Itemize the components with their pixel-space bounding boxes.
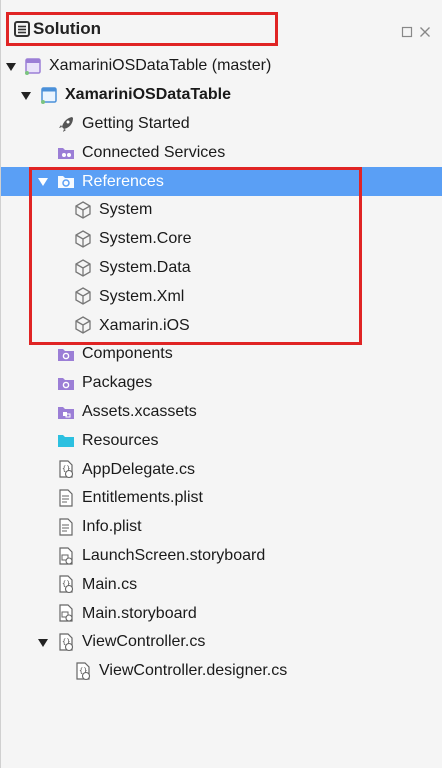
tree-item-label: ViewController.cs (82, 633, 206, 651)
tree-item-label: System.Data (99, 258, 191, 276)
solution-title-highlight: Solution (6, 12, 278, 46)
tree-item-label: Main.storyboard (82, 604, 197, 622)
tree-item-label: Xamarin.iOS (99, 316, 190, 334)
solution-pad: Solution XamariniOSDataTable (master) Xam… (0, 0, 442, 768)
tree-row[interactable]: Connected Services (1, 138, 442, 167)
special-folder-icon (58, 348, 74, 361)
tree-row[interactable]: Xamarin.iOS (1, 311, 442, 340)
tree-item-label: System.Core (99, 230, 192, 248)
tree-item-label: Resources (82, 431, 159, 449)
tree-row[interactable]: {} ViewController.designer.cs (1, 657, 442, 686)
tree-row[interactable]: Resources (1, 426, 442, 455)
tree-item-label: Info.plist (82, 518, 142, 536)
tree-row[interactable]: Components (1, 340, 442, 369)
special-folder-icon (58, 377, 74, 390)
tree-item-label: System.Xml (99, 287, 185, 305)
tree-item-label: Packages (82, 374, 153, 392)
assembly-icon (75, 258, 91, 277)
references-folder-icon (58, 176, 74, 189)
expand-arrow-icon[interactable] (6, 63, 16, 71)
connected-services-icon (58, 148, 74, 160)
solution-pad-header: Solution (1, 12, 442, 50)
solution-tree: XamariniOSDataTable (master) XamariniOSDa… (1, 52, 442, 686)
tree-item-label: Components (82, 345, 173, 363)
maximize-icon[interactable] (401, 26, 413, 38)
rocket-icon (59, 116, 73, 132)
expand-arrow-icon[interactable] (38, 638, 48, 647)
tree-item-label: Connected Services (82, 143, 226, 161)
tree-row[interactable]: Main.storyboard (1, 599, 442, 628)
tree-row[interactable]: System.Xml (1, 282, 442, 311)
tree-row[interactable]: System (1, 196, 442, 225)
expand-arrow-icon[interactable] (38, 178, 48, 187)
tree-item-label: XamariniOSDataTable (65, 86, 231, 104)
tree-item-label: XamariniOSDataTable (master) (49, 57, 272, 75)
tree-row[interactable]: Getting Started (1, 110, 442, 139)
tree-row[interactable]: {} ViewController.cs (1, 628, 442, 657)
tree-row[interactable]: System.Core (1, 225, 442, 254)
expand-arrow-icon[interactable] (21, 91, 31, 100)
storyboard-file-icon (59, 604, 73, 622)
tree-row[interactable]: Info.plist (1, 513, 442, 542)
tree-item-label: Main.cs (82, 575, 138, 593)
tree-item-label: ViewController.designer.cs (99, 662, 288, 680)
assembly-icon (75, 201, 91, 219)
tree-row[interactable]: Packages (1, 369, 442, 398)
tree-row[interactable]: References (1, 167, 442, 196)
tree-item-label: AppDelegate.cs (82, 460, 195, 478)
tree-item-label: System (99, 201, 153, 219)
cs-file-icon: {} (76, 662, 91, 680)
tree-row[interactable]: XamariniOSDataTable (1, 81, 442, 110)
project-icon (41, 87, 57, 104)
tree-row[interactable]: Assets.xcassets (1, 398, 442, 427)
tree-item-label: Getting Started (82, 114, 190, 132)
tree-item-label: References (82, 172, 164, 190)
tree-row[interactable]: LaunchScreen.storyboard (1, 542, 442, 571)
cs-file-icon: {} (59, 633, 74, 651)
assembly-icon (75, 287, 91, 306)
assembly-icon (75, 230, 91, 248)
cs-file-icon: {} (59, 575, 74, 594)
close-icon[interactable] (419, 26, 431, 38)
cs-file-icon: {} (59, 460, 74, 479)
assets-icon (58, 406, 74, 419)
tree-row[interactable]: Entitlements.plist (1, 484, 442, 513)
tree-row[interactable]: {} Main.cs (1, 570, 442, 599)
solution-icon (25, 58, 41, 75)
plist-file-icon (59, 489, 73, 507)
tree-item-label: Entitlements.plist (82, 489, 203, 507)
tree-item-label: LaunchScreen.storyboard (82, 546, 266, 564)
folder-icon (58, 435, 74, 448)
assembly-icon (75, 316, 91, 334)
tree-row[interactable]: XamariniOSDataTable (master) (1, 52, 442, 81)
pad-title: Solution (33, 19, 101, 38)
tree-row[interactable]: {} AppDelegate.cs (1, 455, 442, 484)
plist-file-icon (59, 518, 73, 536)
storyboard-file-icon (59, 546, 73, 565)
tree-item-label: Assets.xcassets (82, 402, 197, 420)
solution-pad-icon (14, 21, 30, 37)
tree-row[interactable]: System.Data (1, 254, 442, 283)
